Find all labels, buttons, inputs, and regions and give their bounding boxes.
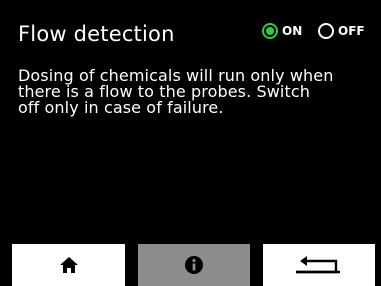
- description-text: Dosing of chemicals will run only when t…: [18, 68, 368, 116]
- off-label: OFF: [338, 24, 365, 38]
- on-radio-button[interactable]: [262, 23, 278, 39]
- off-radio-button[interactable]: [318, 23, 334, 39]
- on-label: ON: [282, 24, 303, 38]
- return-arrow-icon: [296, 256, 340, 274]
- back-button[interactable]: [263, 244, 375, 286]
- page-title: Flow detection: [18, 22, 175, 46]
- on-radio-option[interactable]: ON: [262, 23, 302, 39]
- info-icon: [185, 256, 203, 274]
- description-line: off only in case of failure.: [18, 98, 224, 117]
- info-button[interactable]: [138, 244, 250, 286]
- home-button[interactable]: [12, 244, 125, 286]
- home-icon: [59, 257, 78, 273]
- off-radio-option[interactable]: OFF: [318, 23, 365, 39]
- bottom-navigation: [0, 244, 381, 286]
- radio-selected-dot: [266, 27, 274, 35]
